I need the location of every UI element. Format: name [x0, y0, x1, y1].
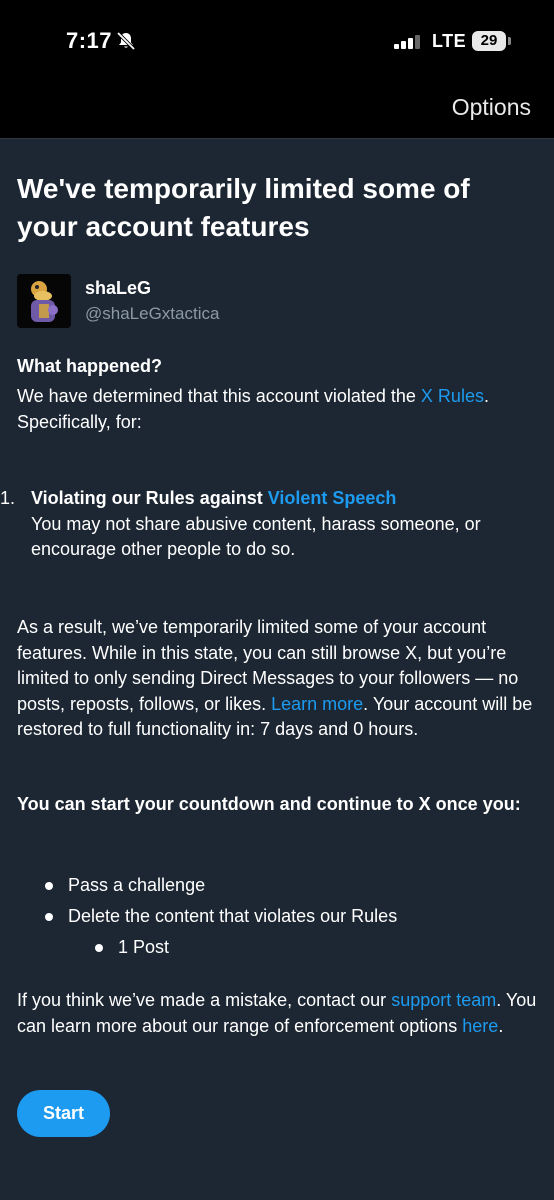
avatar-image: [17, 274, 71, 328]
page-title: We've temporarily limited some of your a…: [17, 173, 470, 242]
avatar: [17, 274, 71, 328]
status-time: 7:17: [66, 28, 113, 53]
support-team-link[interactable]: support team: [391, 990, 496, 1010]
network-type: LTE: [432, 31, 467, 51]
violation-number: 1.: [0, 488, 16, 508]
x-rules-link[interactable]: X Rules: [421, 386, 484, 406]
here-link[interactable]: here: [462, 1016, 498, 1036]
account-handle: @shaLeGxtactica: [85, 304, 220, 323]
mistake-text-before: If you think we’ve made a mistake, conta…: [17, 990, 392, 1010]
countdown-heading: You can start your countdown and continu…: [17, 794, 521, 814]
violation-item: Violating our Rules against Violent Spee…: [31, 486, 531, 563]
status-bar: 7:17 LTE 29: [0, 0, 554, 84]
battery-cap: [508, 37, 511, 45]
options-button[interactable]: Options: [452, 94, 531, 121]
what-happened-text-before: We have determined that this account vio…: [17, 386, 421, 406]
mistake-text: If you think we’ve made a mistake, conta…: [17, 988, 537, 1039]
result-text: As a result, we’ve temporarily limited s…: [17, 615, 537, 743]
battery-icon: 29: [472, 31, 506, 51]
account-profile: shaLeG @shaLeGxtactica: [17, 274, 537, 330]
bell-slash-icon: [116, 31, 136, 51]
violation-title: Violating our Rules against: [31, 488, 268, 508]
bullet-icon: [45, 913, 53, 921]
main-content: We've temporarily limited some of your a…: [0, 170, 537, 1137]
sub-step-item: 1 Post: [118, 937, 170, 957]
violent-speech-link[interactable]: Violent Speech: [268, 488, 397, 508]
sub-bullet-icon: [95, 944, 103, 952]
mistake-text-after: .: [498, 1015, 504, 1036]
learn-more-link[interactable]: Learn more: [271, 694, 363, 714]
top-nav-bar: Options: [0, 84, 554, 139]
bullet-icon: [45, 882, 53, 890]
step-item: Pass a challenge: [68, 875, 206, 895]
start-button[interactable]: Start: [17, 1090, 110, 1137]
violation-description: You may not share abusive content, haras…: [31, 513, 481, 560]
what-happened-heading: What happened?: [17, 356, 162, 376]
signal-icon: [394, 33, 420, 49]
what-happened-text: We have determined that this account vio…: [17, 384, 537, 435]
step-item: Delete the content that violates our Rul…: [68, 906, 398, 926]
display-name: shaLeG: [85, 278, 152, 298]
